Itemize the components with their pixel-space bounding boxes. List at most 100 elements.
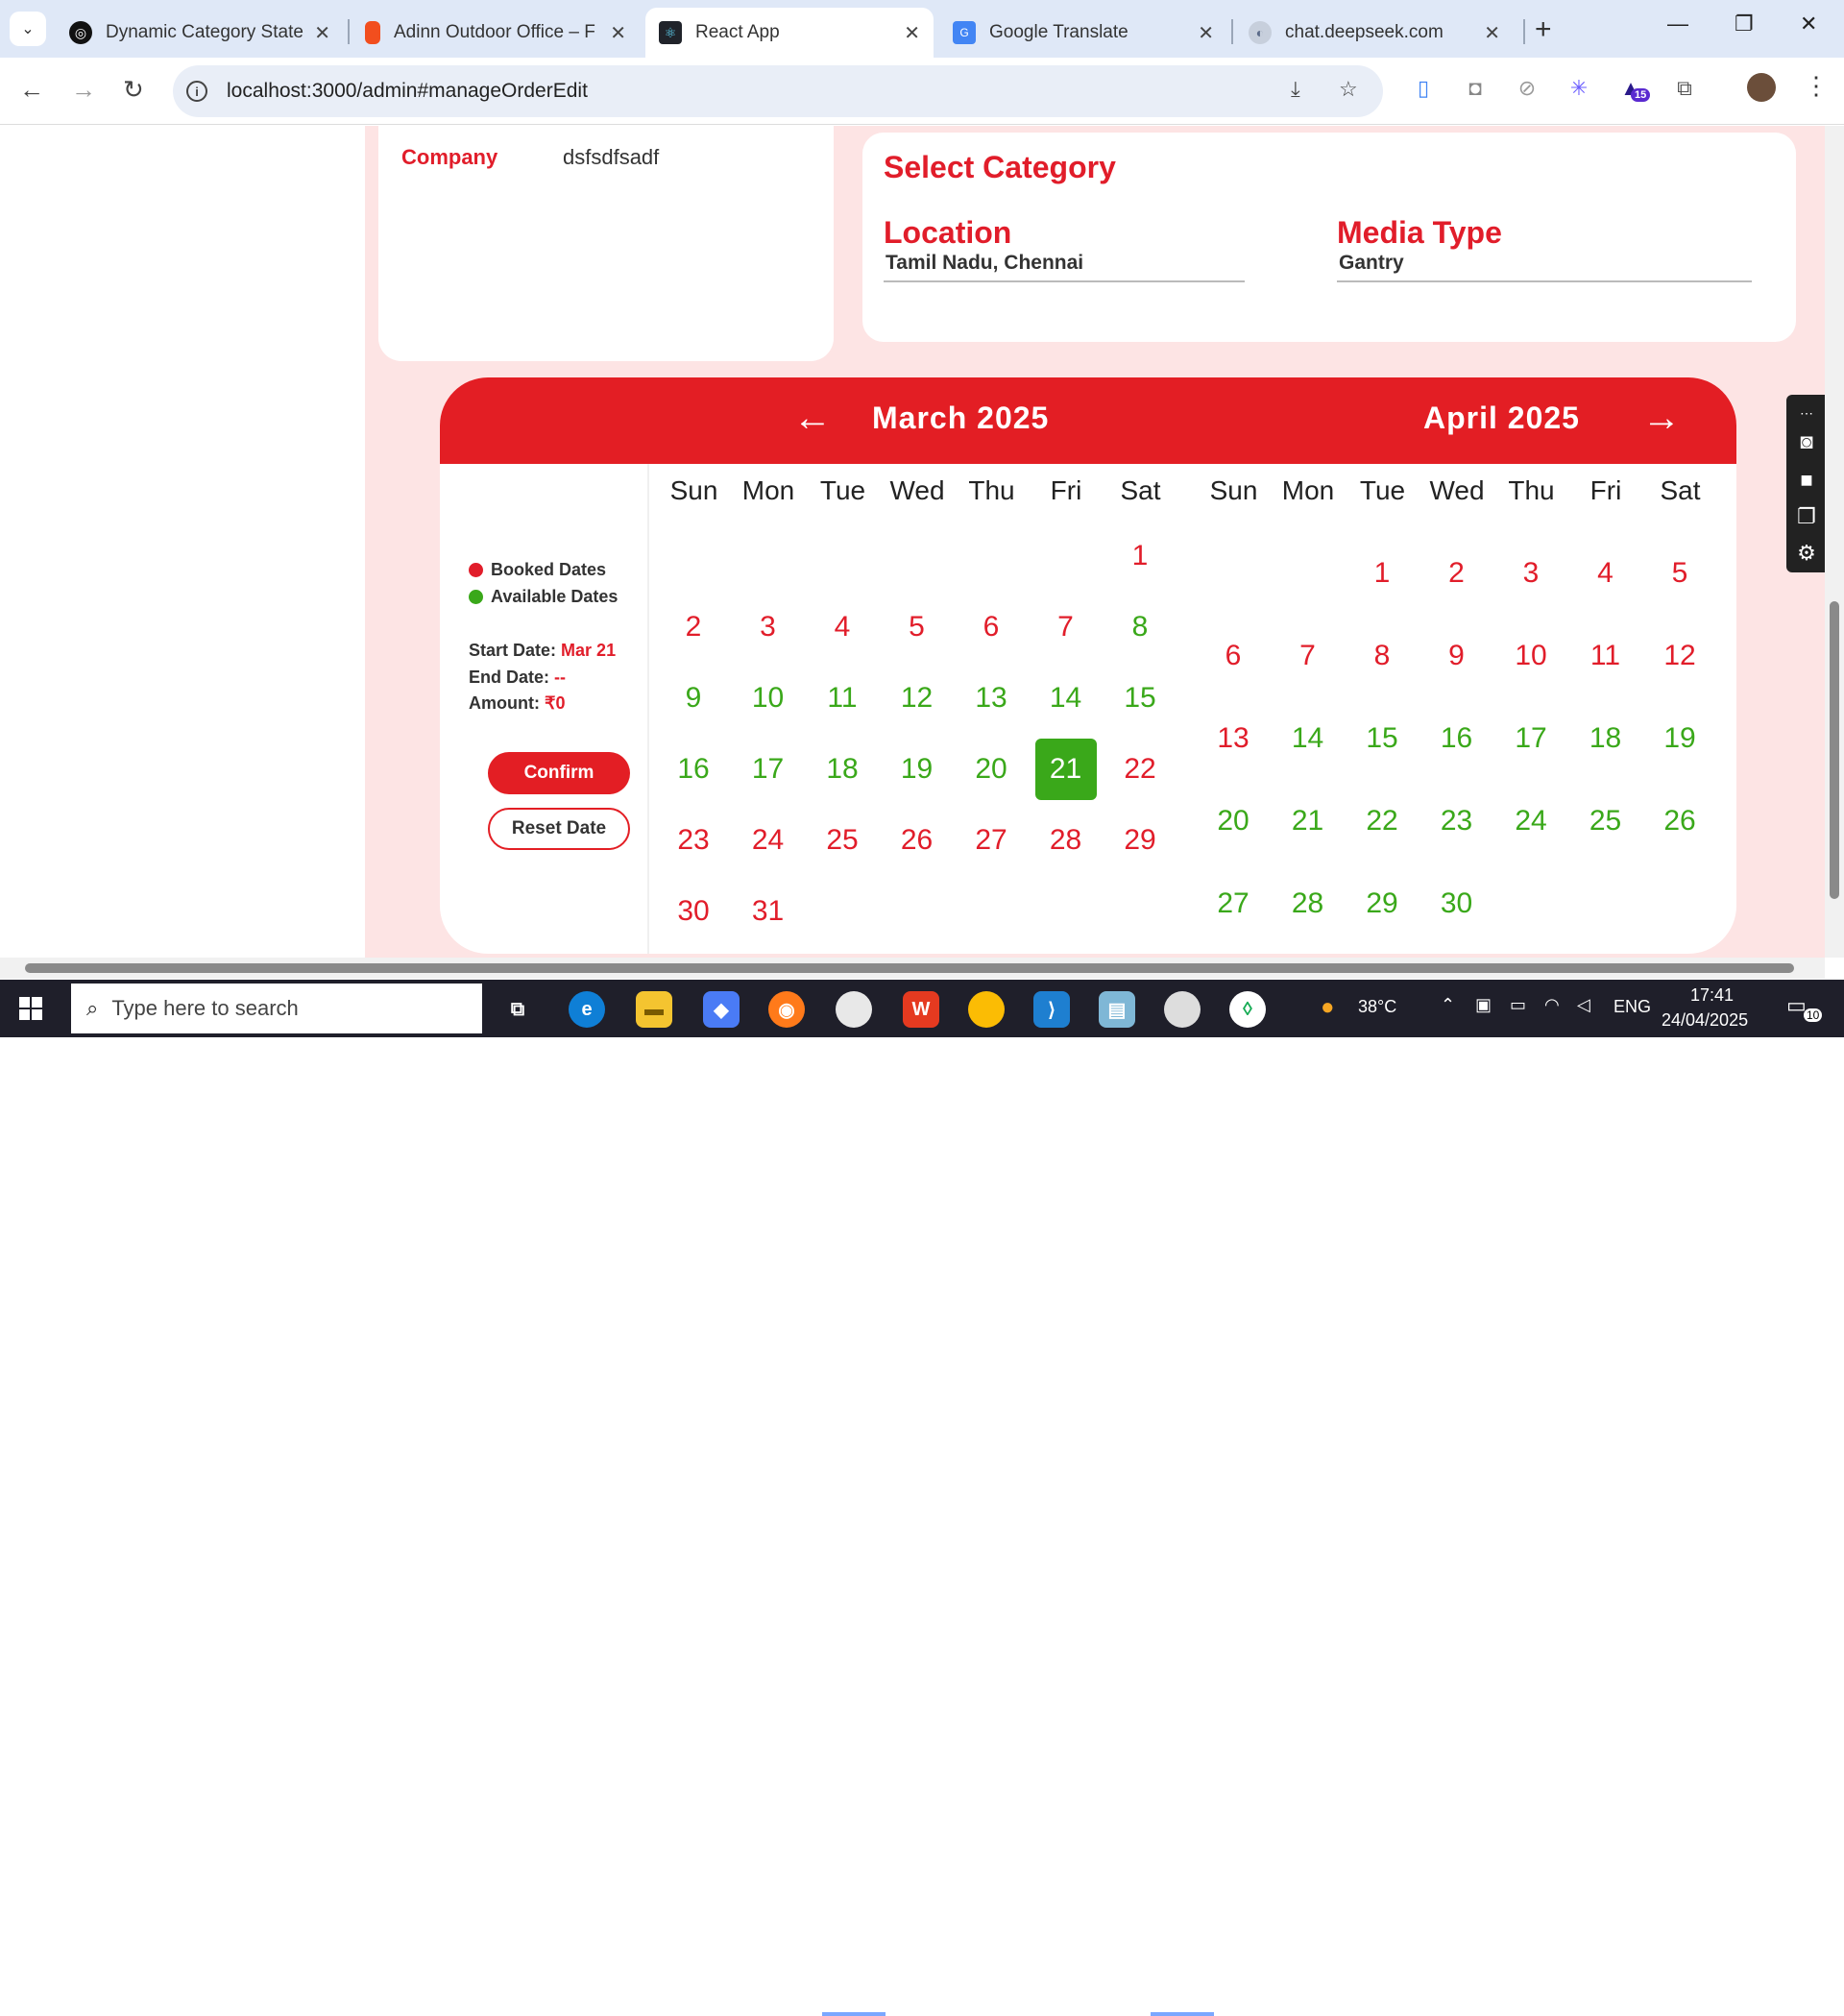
browser-menu-icon[interactable]: ⋮ [1804,71,1829,101]
april-day-cell[interactable]: 5 [1649,543,1711,604]
march-day-cell[interactable]: 26 [886,810,948,871]
language-indicator[interactable]: ENG [1614,997,1651,1017]
april-day-cell[interactable]: 10 [1500,625,1562,687]
close-icon[interactable]: ✕ [1198,21,1214,45]
close-icon[interactable]: ✕ [904,21,920,45]
april-day-cell[interactable]: 13 [1202,708,1264,769]
close-icon[interactable]: ✕ [314,21,330,45]
weather-icon[interactable]: ● [1321,994,1335,1021]
march-day-cell[interactable]: 15 [1109,668,1171,729]
windows-start-icon[interactable] [19,997,42,1020]
march-day-cell[interactable]: 20 [960,739,1022,800]
file-explorer-icon[interactable]: ▬ [636,991,672,1028]
battery-icon[interactable]: ▭ [1510,995,1526,1015]
horizontal-scrollbar[interactable] [0,958,1825,979]
settings-gear-icon[interactable]: ⚙ [1794,541,1819,566]
march-day-cell[interactable]: 19 [886,739,948,800]
back-button[interactable]: ← [19,75,44,105]
address-bar[interactable]: i localhost:3000/admin#manageOrderEdit [173,65,1383,117]
march-day-cell[interactable]: 28 [1035,810,1097,871]
wps-office-icon[interactable]: W [903,991,939,1028]
install-app-icon[interactable]: ⤓ [1291,77,1300,102]
tab-google-translate[interactable]: G Google Translate ✕ [939,8,1227,58]
copilot-icon[interactable]: ◆ [703,991,740,1028]
forward-button[interactable]: → [71,75,96,105]
pin-options-icon[interactable]: ⋯ [1794,401,1819,425]
march-day-cell[interactable]: 13 [960,668,1022,729]
vertical-scroll-thumb[interactable] [1830,601,1839,899]
march-day-cell[interactable]: 2 [663,596,724,658]
march-day-cell[interactable]: 21 [1034,739,1097,800]
vertical-scrollbar[interactable] [1825,126,1844,958]
wifi-icon[interactable]: ◠ [1544,995,1560,1015]
tray-chevron-icon[interactable]: ⌃ [1441,995,1455,1015]
tab-dynamic-category[interactable]: ◎ Dynamic Category State Fi ✕ [56,8,344,58]
april-day-cell[interactable]: 14 [1277,708,1339,769]
march-day-cell[interactable]: 24 [738,810,799,871]
march-day-cell[interactable]: 25 [812,810,873,871]
next-month-arrow-icon[interactable]: → [1642,397,1681,440]
march-day-cell[interactable]: 29 [1109,810,1171,871]
march-day-cell[interactable]: 27 [960,810,1022,871]
april-day-cell[interactable]: 27 [1202,873,1264,935]
tab-react-app[interactable]: ⚛ React App ✕ [645,8,934,58]
chrome-icon[interactable] [968,991,1005,1028]
april-day-cell[interactable]: 16 [1426,708,1488,769]
march-day-cell[interactable]: 17 [738,739,799,800]
extension-camera-icon[interactable]: ◘ [1462,75,1489,102]
april-day-cell[interactable]: 18 [1575,708,1637,769]
march-day-cell[interactable]: 5 [886,596,948,658]
close-icon[interactable]: ✕ [1484,21,1500,45]
tab-deepseek[interactable]: ◐ chat.deepseek.com ✕ [1235,8,1514,58]
april-day-cell[interactable]: 24 [1500,790,1562,852]
meet-now-icon[interactable]: ▣ [1475,995,1492,1015]
window-icon[interactable]: ❐ [1794,504,1819,529]
media-type-field[interactable]: Gantry [1337,252,1752,282]
april-day-cell[interactable]: 1 [1351,543,1413,604]
april-day-cell[interactable]: 2 [1426,543,1488,604]
march-day-cell[interactable]: 30 [663,881,724,942]
march-day-cell[interactable]: 11 [812,668,873,729]
chrome-profile-icon[interactable] [836,991,872,1028]
march-day-cell[interactable]: 14 [1035,668,1097,729]
march-day-cell[interactable]: 22 [1109,739,1171,800]
april-day-cell[interactable]: 11 [1575,625,1637,687]
april-day-cell[interactable]: 29 [1351,873,1413,935]
reset-date-button[interactable]: Reset Date [488,808,630,850]
april-day-cell[interactable]: 20 [1202,790,1264,852]
april-day-cell[interactable]: 23 [1426,790,1488,852]
april-day-cell[interactable]: 6 [1202,625,1264,687]
prev-month-arrow-icon[interactable]: ← [793,397,832,440]
profile-avatar[interactable] [1747,73,1776,102]
extension-compass-icon[interactable]: ⊘ [1514,75,1541,102]
weather-temp[interactable]: 38°C [1358,997,1396,1017]
horizontal-scroll-thumb[interactable] [25,963,1794,973]
close-icon[interactable]: ✕ [610,21,626,45]
march-day-cell[interactable]: 1 [1109,525,1171,587]
april-day-cell[interactable]: 8 [1351,625,1413,687]
march-day-cell[interactable]: 16 [663,739,724,800]
notepad-icon[interactable]: ▤ [1099,991,1135,1028]
april-day-cell[interactable]: 7 [1277,625,1339,687]
camera-icon[interactable]: ◙ [1794,429,1819,454]
clock-date[interactable]: 24/04/2025 [1662,1010,1748,1031]
extension-graduation-icon[interactable]: ▲ 15 [1617,75,1651,102]
clock-time[interactable]: 17:41 [1690,985,1734,1006]
april-day-cell[interactable]: 28 [1277,873,1339,935]
edge-icon[interactable]: e [569,991,605,1028]
march-day-cell[interactable]: 12 [886,668,948,729]
task-view-icon[interactable]: ⧉ [499,991,536,1028]
vscode-icon[interactable]: ⟩ [1033,991,1070,1028]
april-day-cell[interactable]: 15 [1351,708,1413,769]
reload-button[interactable]: ↻ [123,75,144,105]
april-day-cell[interactable]: 25 [1575,790,1637,852]
minimize-button[interactable]: — [1667,12,1688,36]
march-day-cell[interactable]: 9 [663,668,724,729]
bookmark-star-icon[interactable]: ☆ [1339,77,1358,102]
extension-phone-icon[interactable]: ▯ [1410,75,1437,102]
tab-search-button[interactable]: ⌄ [10,12,46,46]
march-day-cell[interactable]: 8 [1109,596,1171,658]
march-day-cell[interactable]: 4 [812,596,873,658]
location-field[interactable]: Tamil Nadu, Chennai [884,252,1245,282]
firefox-icon[interactable]: ◉ [768,991,805,1028]
